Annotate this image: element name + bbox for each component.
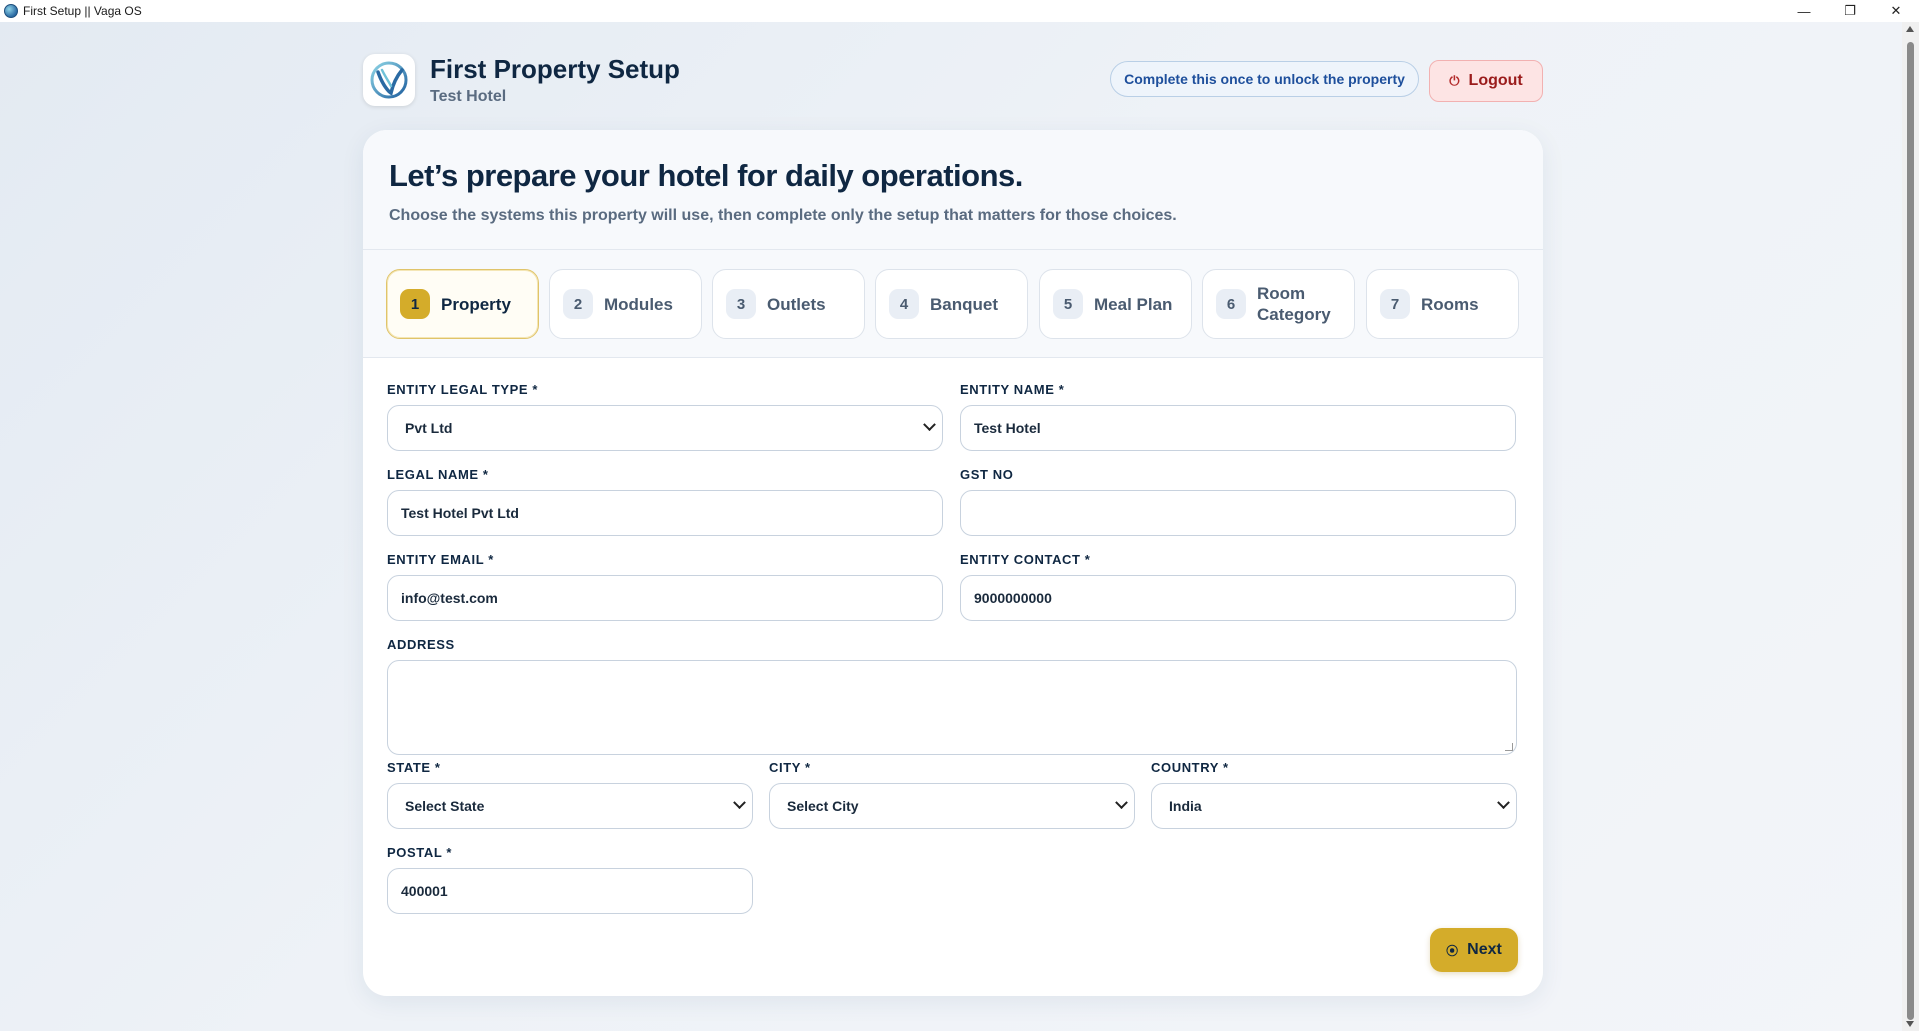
next-button[interactable]: ⦿ Next <box>1430 928 1518 972</box>
minimize-icon[interactable]: — <box>1781 0 1827 22</box>
postal-input[interactable]: 400001 <box>387 868 753 914</box>
postal-label: POSTAL * <box>387 845 452 860</box>
entity-name-label: ENTITY NAME * <box>960 382 1065 397</box>
intro-section: Let’s prepare your hotel for daily opera… <box>363 130 1543 250</box>
step-number: 7 <box>1380 289 1410 319</box>
unlock-info-badge: Complete this once to unlock the propert… <box>1110 61 1419 97</box>
address-textarea[interactable] <box>387 660 1517 755</box>
step-banquet[interactable]: 4 Banquet <box>875 269 1028 339</box>
chevron-down-icon <box>1115 796 1128 810</box>
arrow-circle-icon: ⦿ <box>1446 943 1459 958</box>
entity-contact-value: 9000000000 <box>974 590 1052 606</box>
intro-description: Choose the systems this property will us… <box>389 207 1177 224</box>
step-label: Banquet <box>930 294 998 314</box>
logout-label: Logout <box>1468 72 1523 89</box>
chevron-down-icon <box>733 796 746 810</box>
vaga-logo-icon <box>370 61 408 99</box>
maximize-icon[interactable]: ❐ <box>1827 0 1873 22</box>
page-header: First Property Setup Test Hotel Complete… <box>363 52 1543 110</box>
entity-contact-input[interactable]: 9000000000 <box>960 575 1516 621</box>
close-icon[interactable]: ✕ <box>1873 0 1919 22</box>
scrollbar-thumb[interactable] <box>1907 42 1914 1020</box>
setup-stepper: 1 Property 2 Modules 3 Outlets 4 Banquet… <box>363 250 1543 358</box>
scroll-up-icon[interactable] <box>1906 26 1914 32</box>
chevron-down-icon <box>1497 796 1510 810</box>
entity-name-input[interactable]: Test Hotel <box>960 405 1516 451</box>
next-label: Next <box>1467 941 1502 958</box>
step-label: Rooms <box>1421 294 1479 314</box>
postal-value: 400001 <box>401 883 448 899</box>
country-select[interactable]: India <box>1151 783 1517 829</box>
legal-name-value: Test Hotel Pvt Ltd <box>401 505 519 521</box>
gst-no-label: GST NO <box>960 467 1014 482</box>
step-modules[interactable]: 2 Modules <box>549 269 702 339</box>
step-outlets[interactable]: 3 Outlets <box>712 269 865 339</box>
power-icon: ⏻ <box>1449 73 1460 88</box>
step-room-category[interactable]: 6 Room Category <box>1202 269 1355 339</box>
step-label: Meal Plan <box>1094 294 1173 314</box>
logout-button[interactable]: ⏻ Logout <box>1429 60 1543 102</box>
state-value: Select State <box>405 798 485 814</box>
window-title-bar: First Setup || Vaga OS — ❐ ✕ <box>0 0 1919 22</box>
step-number: 3 <box>726 289 756 319</box>
step-label: Modules <box>604 294 673 314</box>
property-name: Test Hotel <box>430 88 507 105</box>
entity-email-input[interactable]: info@test.com <box>387 575 943 621</box>
step-number: 2 <box>563 289 593 319</box>
state-select[interactable]: Select State <box>387 783 753 829</box>
resize-grip-icon[interactable] <box>1505 743 1513 751</box>
country-label: COUNTRY * <box>1151 760 1229 775</box>
chevron-down-icon <box>923 418 936 432</box>
state-label: STATE * <box>387 760 441 775</box>
step-label: Outlets <box>767 294 826 314</box>
address-label: ADDRESS <box>387 637 455 652</box>
legal-name-input[interactable]: Test Hotel Pvt Ltd <box>387 490 943 536</box>
country-value: India <box>1169 798 1202 814</box>
city-label: CITY * <box>769 760 811 775</box>
setup-card: Let’s prepare your hotel for daily opera… <box>363 130 1543 996</box>
entity-legal-type-label: ENTITY LEGAL TYPE * <box>387 382 539 397</box>
step-meal-plan[interactable]: 5 Meal Plan <box>1039 269 1192 339</box>
city-value: Select City <box>787 798 859 814</box>
vaga-logo <box>363 54 415 106</box>
window-controls: — ❐ ✕ <box>1781 0 1919 22</box>
step-number: 6 <box>1216 289 1246 319</box>
window-title: First Setup || Vaga OS <box>23 4 142 18</box>
step-label: Property <box>441 294 511 314</box>
step-number: 1 <box>400 289 430 319</box>
legal-name-label: LEGAL NAME * <box>387 467 489 482</box>
scroll-down-icon[interactable] <box>1906 1021 1914 1027</box>
step-number: 5 <box>1053 289 1083 319</box>
entity-contact-label: ENTITY CONTACT * <box>960 552 1091 567</box>
intro-heading: Let’s prepare your hotel for daily opera… <box>389 158 1023 193</box>
page-title: First Property Setup <box>430 54 680 84</box>
city-select[interactable]: Select City <box>769 783 1135 829</box>
step-rooms[interactable]: 7 Rooms <box>1366 269 1519 339</box>
entity-legal-type-value: Pvt Ltd <box>405 420 453 436</box>
vertical-scrollbar[interactable] <box>1902 22 1919 1031</box>
entity-email-value: info@test.com <box>401 590 498 606</box>
step-property[interactable]: 1 Property <box>386 269 539 339</box>
entity-email-label: ENTITY EMAIL * <box>387 552 494 567</box>
step-number: 4 <box>889 289 919 319</box>
app-logo-icon <box>4 4 18 18</box>
entity-legal-type-select[interactable]: Pvt Ltd <box>387 405 943 451</box>
step-label: Room Category <box>1257 284 1331 324</box>
entity-name-value: Test Hotel <box>974 420 1041 436</box>
gst-no-input[interactable] <box>960 490 1516 536</box>
